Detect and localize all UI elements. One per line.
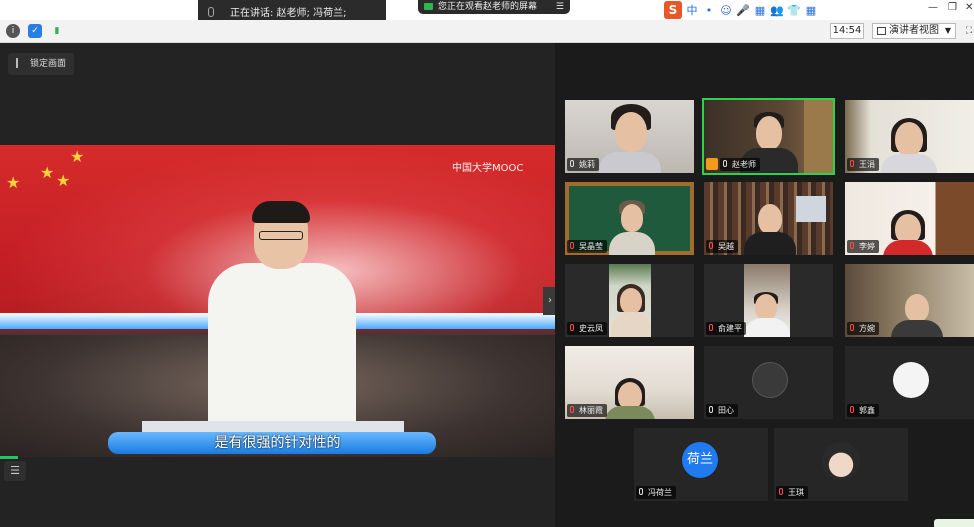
sogou-logo-icon[interactable]: S xyxy=(664,1,682,19)
muted-microphone-icon xyxy=(850,160,854,167)
muted-microphone-icon xyxy=(850,406,854,413)
participant-avatar xyxy=(893,362,929,398)
ime-chinese-toggle[interactable]: 中 xyxy=(685,2,699,18)
microphone-icon xyxy=(709,406,713,413)
participant-name-tag: 郭鑫 xyxy=(847,404,879,417)
screen-share-icon xyxy=(424,3,433,10)
ime-keyboard-icon[interactable]: ▦ xyxy=(753,4,767,17)
participant-tile[interactable]: 王涓 xyxy=(845,100,974,173)
pin-icon xyxy=(16,58,22,68)
view-mode-label: 演讲者视图 xyxy=(889,25,939,36)
restore-icon[interactable]: ❐ xyxy=(948,2,957,13)
star-icon: ★ xyxy=(56,171,71,190)
signal-icon[interactable]: ▮ xyxy=(50,24,64,38)
minimize-icon[interactable]: — xyxy=(928,2,938,13)
muted-microphone-icon xyxy=(779,488,783,495)
grid-icon xyxy=(877,27,886,35)
star-icon: ★ xyxy=(70,147,85,166)
participant-avatar xyxy=(822,442,860,480)
lecture-video: ★ ★ ★ ★ 中国大学MOOC 是有很强的针对性的 xyxy=(0,145,555,457)
participant-tile[interactable]: 史云凤 xyxy=(565,264,694,337)
participant-avatar: 荷兰 xyxy=(682,442,718,478)
muted-microphone-icon xyxy=(709,242,713,249)
participant-tile[interactable]: 林丽霞 xyxy=(565,346,694,419)
participant-name-tag: 俞建平 xyxy=(706,322,746,335)
muted-microphone-icon xyxy=(850,324,854,331)
muted-microphone-icon xyxy=(709,324,713,331)
microphone-icon xyxy=(570,160,574,167)
star-icon: ★ xyxy=(40,163,55,182)
participant-name-tag: 赵老师 xyxy=(720,158,760,171)
participant-name-tag: 史云凤 xyxy=(567,322,607,335)
participant-name-tag: 林丽霞 xyxy=(567,404,607,417)
lecturer xyxy=(208,201,356,433)
shield-icon[interactable]: ✓ xyxy=(28,24,42,38)
ime-skin-icon[interactable]: 👕 xyxy=(787,4,801,17)
shared-screen-area: 锁定画面 ★ ★ ★ ★ 中国大学MOOC 是有很强的针对性的 › ☰ xyxy=(0,43,557,527)
participant-tile[interactable]: 田心 xyxy=(704,346,833,419)
lock-view-button[interactable]: 锁定画面 xyxy=(8,53,74,75)
participant-tile[interactable]: 李婷 xyxy=(845,182,974,255)
microphone-icon xyxy=(723,160,727,167)
ime-grid-icon[interactable]: ▦ xyxy=(804,4,818,17)
view-mode-button[interactable]: 演讲者视图 ▼ xyxy=(872,23,956,39)
participant-name-tag: 吴晶莹 xyxy=(567,240,607,253)
mooc-logo: 中国大学MOOC xyxy=(452,163,524,174)
microphone-icon xyxy=(208,7,214,17)
participant-gallery: 姚莉 赵老师 王涓 吴晶莹 吴越 李婷 史云凤 俞建平 方婉 林丽霞 田心 郭鑫… xyxy=(555,43,974,527)
participant-name-tag: 王涓 xyxy=(847,158,879,171)
participant-avatar xyxy=(752,362,788,398)
participant-tile[interactable]: 王琪 xyxy=(774,428,908,501)
ime-users-icon[interactable]: 👥 xyxy=(770,4,784,17)
participant-tile[interactable]: 方婉 xyxy=(845,264,974,337)
close-icon[interactable]: ✕ xyxy=(965,2,973,13)
participant-tile[interactable]: 姚莉 xyxy=(565,100,694,173)
participant-tile-active[interactable]: 赵老师 xyxy=(702,98,835,175)
lock-view-label: 锁定画面 xyxy=(30,59,67,69)
muted-microphone-icon xyxy=(570,242,574,249)
microphone-icon xyxy=(639,488,643,495)
participant-name-tag: 姚莉 xyxy=(567,158,599,171)
participant-tile[interactable]: 荷兰 冯荷兰 xyxy=(634,428,768,501)
participant-name-tag: 李婷 xyxy=(847,240,879,253)
muted-microphone-icon xyxy=(570,406,574,413)
participant-name-tag: 田心 xyxy=(706,404,738,417)
ime-emoji-icon[interactable]: ☺ xyxy=(719,4,733,17)
meeting-time: 14:54 xyxy=(830,23,864,39)
watching-label: 您正在观看赵老师的屏幕 xyxy=(438,2,538,12)
star-icon: ★ xyxy=(6,173,21,192)
ime-toolbar: S 中 • ☺ 🎤 ▦ 👥 👕 ▦ xyxy=(664,0,818,20)
participant-tile[interactable]: 吴晶莹 xyxy=(565,182,694,255)
participant-name-tag: 冯荷兰 xyxy=(636,486,676,499)
ime-voice-icon[interactable]: 🎤 xyxy=(736,4,750,17)
fullscreen-icon[interactable]: ⛶ xyxy=(962,24,974,38)
screen-share-banner[interactable]: 您正在观看赵老师的屏幕 ☰ xyxy=(418,0,570,14)
participant-name-tag: 吴越 xyxy=(706,240,738,253)
host-badge xyxy=(706,158,718,170)
speaking-label: 正在讲话: 赵老师; 冯荷兰; xyxy=(230,8,347,19)
participant-name-tag: 王琪 xyxy=(776,486,808,499)
video-subtitle: 是有很强的针对性的 xyxy=(214,435,341,451)
participant-tile[interactable]: 郭鑫 xyxy=(845,346,974,419)
ime-punct-toggle[interactable]: • xyxy=(702,4,716,17)
info-icon[interactable]: i xyxy=(6,24,20,38)
menu-icon[interactable]: ☰ xyxy=(556,0,564,14)
participant-tile[interactable]: 俞建平 xyxy=(704,264,833,337)
corner-indicator xyxy=(934,519,974,527)
muted-microphone-icon xyxy=(850,242,854,249)
muted-microphone-icon xyxy=(570,324,574,331)
participant-name-tag: 方婉 xyxy=(847,322,879,335)
list-icon[interactable]: ☰ xyxy=(4,461,26,481)
meeting-toolbar: i ✓ ▮ 14:54 演讲者视图 ▼ ⛶ xyxy=(0,20,974,43)
participant-tile[interactable]: 吴越 xyxy=(704,182,833,255)
chevron-down-icon: ▼ xyxy=(944,26,951,35)
